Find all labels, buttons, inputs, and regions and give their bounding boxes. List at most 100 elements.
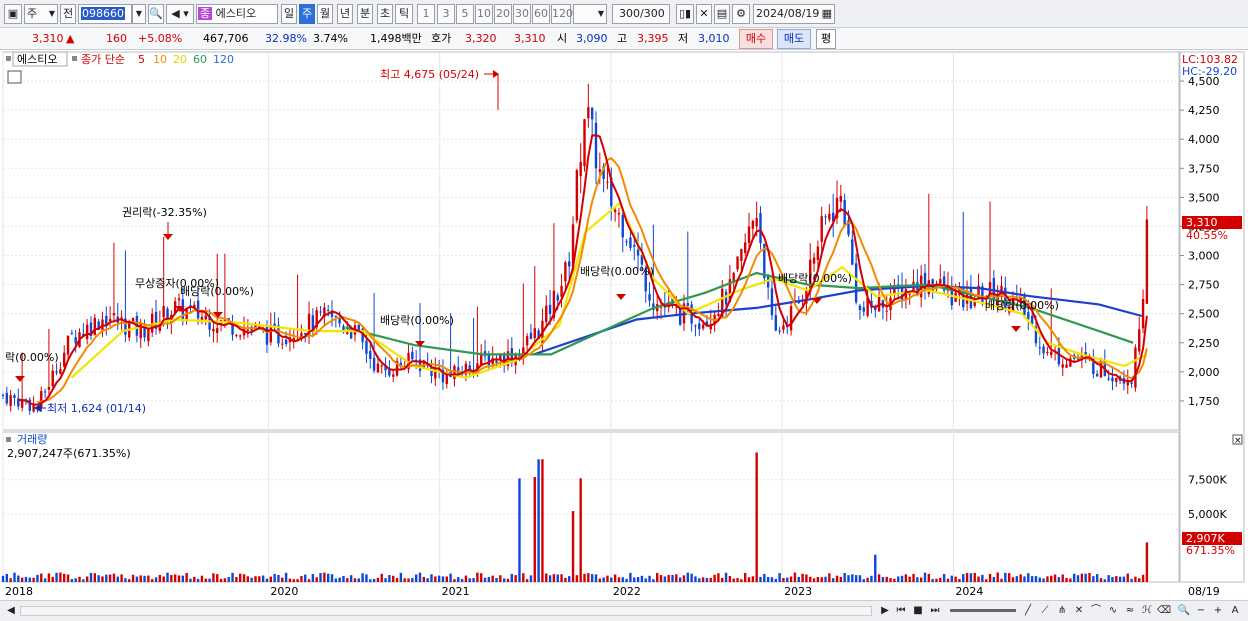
code-dropdown-button[interactable]: ▼ — [132, 4, 146, 24]
price-tick-label: 1,750 — [1188, 395, 1220, 408]
volume-bar — [78, 576, 81, 582]
period-month[interactable]: 월 — [317, 4, 333, 24]
zoom-in-icon[interactable]: + — [1210, 603, 1226, 619]
zoom-out-icon[interactable]: − — [1193, 603, 1209, 619]
candle-body — [755, 218, 758, 227]
volume-bar — [1122, 576, 1126, 582]
period-day[interactable]: 일 — [281, 4, 297, 24]
candle-body — [1111, 377, 1114, 382]
stock-name-field[interactable]: 종 에스티오 — [196, 4, 278, 24]
candle-body — [1061, 364, 1064, 368]
volume-bar — [36, 574, 39, 582]
volume-bar — [816, 577, 820, 582]
candle-body — [594, 122, 598, 169]
save-icon[interactable]: ▤ — [714, 4, 730, 24]
interval-20[interactable]: 20 — [494, 4, 512, 24]
candle-body — [629, 237, 632, 248]
interval-dropdown[interactable]: ▼ — [573, 4, 607, 24]
arc-tool-icon[interactable]: ⌒ — [1088, 603, 1104, 619]
interval-10[interactable]: 10 — [475, 4, 493, 24]
sound-dropdown-button[interactable]: ◀ ▾ — [166, 4, 194, 24]
candle-body — [47, 387, 51, 390]
zoom-icon[interactable]: 🔍 — [1176, 603, 1192, 619]
candle-body — [590, 107, 594, 120]
volume-bar — [1053, 574, 1057, 582]
date-value: 2024/08/19 — [756, 7, 820, 20]
wave-tool-icon[interactable]: ≈ — [1122, 603, 1138, 619]
candle-type-icon[interactable]: ▯▮ — [676, 4, 694, 24]
text-tool-icon[interactable]: ℋ — [1139, 603, 1155, 619]
trade-amount: 1,498백만 — [370, 32, 422, 45]
interval-3[interactable]: 3 — [437, 4, 455, 24]
period-tick[interactable]: 틱 — [395, 4, 413, 24]
volume-bar — [131, 574, 135, 582]
date-input[interactable]: 2024/08/19 ▦ — [753, 4, 835, 24]
volume-bar — [380, 573, 383, 582]
sell-button[interactable]: 매도 — [777, 29, 811, 49]
interval-30[interactable]: 30 — [513, 4, 531, 24]
chart-type-select[interactable]: 주 ▼ — [24, 4, 58, 24]
period-second[interactable]: 초 — [377, 4, 393, 24]
scroll-right-icon[interactable]: ▶ — [877, 603, 893, 619]
candle-body — [372, 357, 376, 371]
table-icon[interactable] — [7, 70, 22, 84]
stock-chart[interactable]: 4,5004,2504,0003,7503,5003,2503,0002,750… — [0, 50, 1248, 600]
line-tool-icon[interactable]: ╱ — [1020, 603, 1036, 619]
erase-tool-icon[interactable]: ⌫ — [1156, 603, 1172, 619]
candle-body — [774, 315, 777, 331]
stop-icon[interactable]: ■ — [910, 603, 926, 619]
interval-120[interactable]: 120 — [551, 4, 573, 24]
volume-bar — [571, 511, 575, 582]
period-year[interactable]: 년 — [337, 4, 353, 24]
prev-button[interactable]: 전 — [60, 4, 76, 24]
volume-bar — [682, 575, 686, 582]
pattern-tool-icon[interactable]: ∿ — [1105, 603, 1121, 619]
cross-tool-icon[interactable]: ✕ — [1071, 603, 1087, 619]
volume-bar — [1138, 578, 1141, 582]
candle-body — [246, 329, 250, 331]
trend-tool-icon[interactable]: ⟋ — [1037, 603, 1053, 619]
horizontal-scrollbar[interactable] — [20, 606, 872, 616]
volume-bar — [675, 574, 678, 582]
zoom-slider[interactable] — [950, 609, 1016, 612]
candle-body — [43, 391, 47, 393]
volume-bar — [97, 575, 100, 582]
volume-bar — [1076, 575, 1080, 582]
period-week[interactable]: 주 — [299, 4, 315, 24]
volume-bar — [487, 577, 491, 582]
volume-bar — [671, 574, 674, 582]
volume-bar — [705, 577, 709, 582]
first-page-icon[interactable]: ⏮ — [893, 603, 909, 619]
crosshair-icon[interactable]: ✕ — [696, 4, 712, 24]
volume-bar — [353, 578, 357, 582]
volume-bar — [284, 572, 288, 582]
fibo-tool-icon[interactable]: ⋔ — [1054, 603, 1070, 619]
stock-code-input[interactable]: 098660 — [78, 4, 132, 24]
volume-bar — [219, 578, 223, 582]
volume-bar — [495, 577, 498, 582]
volume-bar — [1050, 575, 1053, 582]
candle-body — [66, 335, 70, 355]
volume-bar — [208, 578, 211, 582]
volume-bar — [533, 477, 536, 582]
interval-1[interactable]: 1 — [417, 4, 435, 24]
auto-scale-icon[interactable]: A — [1227, 603, 1243, 619]
avg-button[interactable]: 평 — [816, 29, 836, 49]
search-icon[interactable]: 🔍 — [148, 4, 164, 24]
volume-bar — [541, 459, 544, 582]
scroll-left-icon[interactable]: ◀ — [3, 603, 19, 619]
volume-bar — [977, 576, 980, 582]
interval-5[interactable]: 5 — [456, 4, 474, 24]
candle-body — [1065, 364, 1068, 368]
volume-bar — [1069, 578, 1072, 582]
interval-60[interactable]: 60 — [532, 4, 550, 24]
period-minute[interactable]: 분 — [357, 4, 373, 24]
gear-icon[interactable]: ⚙ — [732, 4, 750, 24]
volume-bar — [288, 578, 292, 582]
last-page-icon[interactable]: ⏭ — [927, 603, 943, 619]
window-icon[interactable]: ▣ — [4, 4, 22, 24]
count-input[interactable]: 300/300 — [612, 4, 670, 24]
volume-panel[interactable] — [2, 431, 1180, 583]
candle-body — [216, 328, 219, 334]
buy-button[interactable]: 매수 — [739, 29, 773, 49]
